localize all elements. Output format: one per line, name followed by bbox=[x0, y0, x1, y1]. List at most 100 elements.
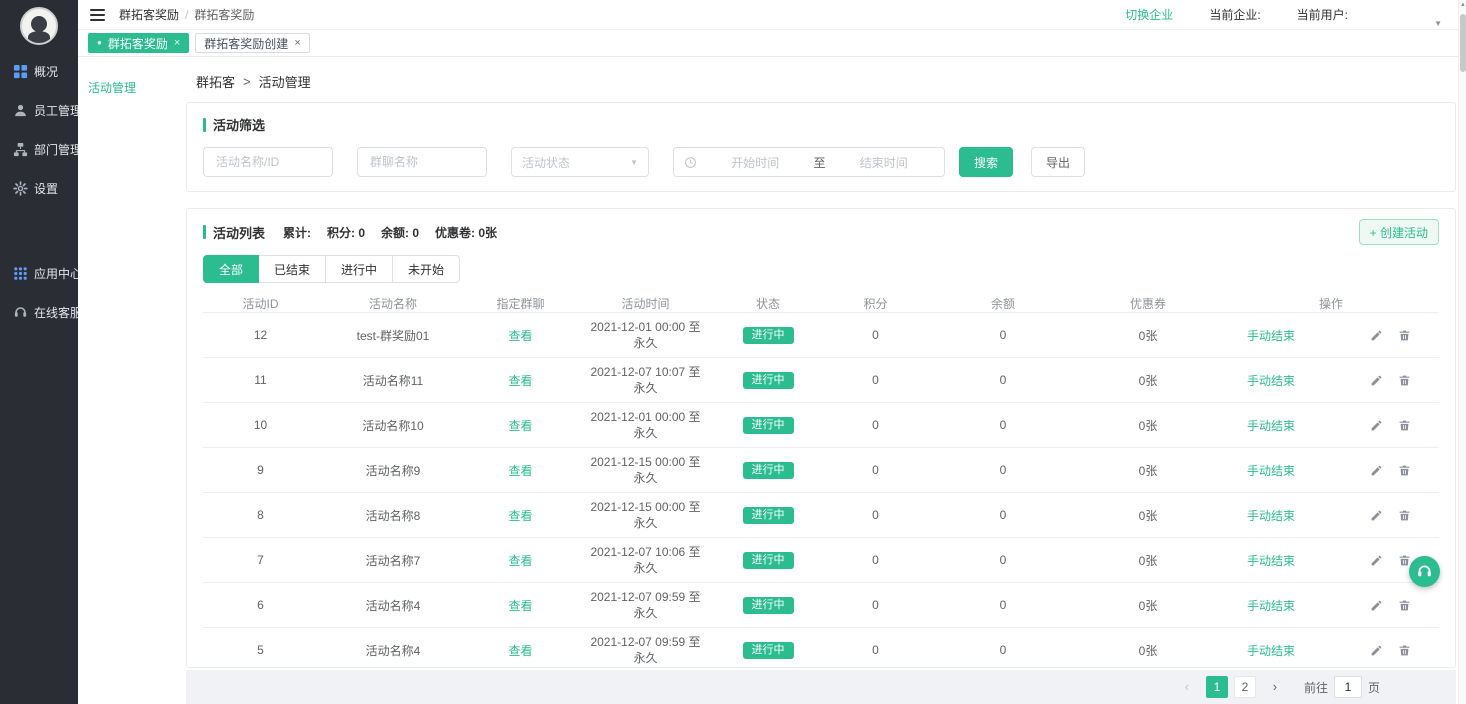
sidebar-item-label: 应用中心 bbox=[34, 265, 82, 282]
edit-icon[interactable] bbox=[1370, 419, 1383, 432]
collapse-menu-icon[interactable] bbox=[90, 9, 105, 21]
cell-activity-name: 活动名称8 bbox=[318, 507, 468, 524]
goto-page-input[interactable] bbox=[1334, 676, 1362, 698]
edit-icon[interactable] bbox=[1370, 599, 1383, 612]
view-group-link[interactable]: 查看 bbox=[508, 374, 532, 388]
edit-icon[interactable] bbox=[1370, 509, 1383, 522]
next-page-button[interactable]: › bbox=[1264, 676, 1286, 698]
page-button-2[interactable]: 2 bbox=[1234, 676, 1256, 698]
delete-icon[interactable] bbox=[1398, 329, 1411, 342]
edit-icon[interactable] bbox=[1370, 644, 1383, 657]
filter-card: 活动筛选 活动状态 ▼ 开始时间 至 bbox=[186, 102, 1456, 192]
manual-end-link[interactable]: 手动结束 bbox=[1247, 597, 1295, 614]
view-group-link[interactable]: 查看 bbox=[508, 599, 532, 613]
edit-icon[interactable] bbox=[1370, 329, 1383, 342]
end-time-placeholder: 结束时间 bbox=[834, 154, 935, 171]
cell-activity-time: 2021-12-15 00:00 至 永久 bbox=[573, 454, 718, 486]
manual-end-link[interactable]: 手动结束 bbox=[1247, 642, 1295, 659]
manual-end-link[interactable]: 手动结束 bbox=[1247, 417, 1295, 434]
scrollbar-thumb[interactable] bbox=[1460, 14, 1466, 72]
sidebar-item-overview[interactable]: 概况 bbox=[0, 52, 78, 91]
activity-status-select[interactable]: 活动状态 ▼ bbox=[511, 147, 649, 177]
vertical-scrollbar[interactable]: ▲ bbox=[1458, 0, 1466, 704]
delete-icon[interactable] bbox=[1398, 554, 1411, 567]
edit-icon[interactable] bbox=[1370, 374, 1383, 387]
overview-icon bbox=[13, 64, 28, 79]
manual-end-link[interactable]: 手动结束 bbox=[1247, 327, 1295, 344]
summary-balance: 余额: 0 bbox=[381, 224, 419, 241]
view-group-link[interactable]: 查看 bbox=[508, 554, 532, 568]
cell-activity-time: 2021-12-07 10:06 至 永久 bbox=[573, 544, 718, 576]
view-group-link[interactable]: 查看 bbox=[508, 644, 532, 658]
cell-activity-time: 2021-12-01 00:00 至 永久 bbox=[573, 319, 718, 351]
cell-time-line1: 2021-12-15 00:00 至 bbox=[573, 499, 718, 515]
sidebar-item-label: 部门管理 bbox=[34, 141, 82, 158]
tab-overflow-caret-icon[interactable]: ▼ bbox=[1434, 19, 1442, 28]
current-company-label: 当前企业: bbox=[1209, 6, 1260, 23]
app-root: 概况 员工管理 部门管理 设置 应用中心 在线客服 群拓客奖励 / 群拓客奖励 … bbox=[0, 0, 1466, 704]
manual-end-link[interactable]: 手动结束 bbox=[1247, 507, 1295, 524]
sidebar-item-label: 在线客服 bbox=[34, 304, 82, 321]
sidebar-item-service[interactable]: 在线客服 bbox=[0, 293, 78, 332]
view-group-link[interactable]: 查看 bbox=[508, 464, 532, 478]
sidebar-item-department[interactable]: 部门管理 bbox=[0, 130, 78, 169]
close-tab-icon[interactable]: × bbox=[294, 38, 300, 49]
page-breadcrumb-root[interactable]: 群拓客 bbox=[196, 72, 235, 91]
settings-icon bbox=[13, 181, 28, 196]
sidebar-item-settings[interactable]: 设置 bbox=[0, 169, 78, 208]
page-button-1[interactable]: 1 bbox=[1206, 676, 1228, 698]
manual-end-link[interactable]: 手动结束 bbox=[1247, 372, 1295, 389]
search-button[interactable]: 搜索 bbox=[959, 147, 1013, 177]
window-tab[interactable]: ● 群拓客奖励创建 × bbox=[195, 33, 309, 53]
delete-icon[interactable] bbox=[1398, 464, 1411, 477]
breadcrumb-separator: / bbox=[185, 8, 188, 22]
activity-name-input[interactable] bbox=[203, 147, 333, 177]
status-filter-tab[interactable]: 未开始 bbox=[392, 255, 460, 283]
status-filter-tab[interactable]: 全部 bbox=[203, 255, 259, 283]
current-user-label: 当前用户: bbox=[1297, 6, 1348, 23]
list-section-title: 活动列表 bbox=[203, 223, 265, 242]
prev-page-button[interactable]: ‹ bbox=[1176, 676, 1198, 698]
cell-time-line1: 2021-12-01 00:00 至 bbox=[573, 409, 718, 425]
breadcrumb-current: 群拓客奖励 bbox=[194, 6, 254, 23]
date-range-picker[interactable]: 开始时间 至 结束时间 bbox=[673, 147, 945, 177]
switch-company-link[interactable]: 切换企业 bbox=[1125, 6, 1173, 23]
company-logo[interactable] bbox=[20, 7, 58, 45]
apps-icon bbox=[13, 266, 28, 281]
cell-time-line1: 2021-12-01 00:00 至 bbox=[573, 319, 718, 335]
delete-icon[interactable] bbox=[1398, 599, 1411, 612]
cell-coupons: 0张 bbox=[1073, 462, 1223, 479]
cell-balance: 0 bbox=[933, 463, 1073, 477]
scrollbar-up-icon[interactable]: ▲ bbox=[1459, 2, 1466, 8]
pagination-pages: 12 bbox=[1206, 676, 1256, 698]
cell-points: 0 bbox=[818, 598, 933, 612]
customer-service-float-button[interactable] bbox=[1409, 556, 1440, 587]
sidebar-item-apps[interactable]: 应用中心 bbox=[0, 254, 78, 293]
delete-icon[interactable] bbox=[1398, 419, 1411, 432]
sidebar-item-employee[interactable]: 员工管理 bbox=[0, 91, 78, 130]
breadcrumb-root[interactable]: 群拓客奖励 bbox=[119, 6, 179, 23]
delete-icon[interactable] bbox=[1398, 374, 1411, 387]
view-group-link[interactable]: 查看 bbox=[508, 329, 532, 343]
submenu-item-activity-management[interactable]: 活动管理 bbox=[78, 71, 186, 104]
delete-icon[interactable] bbox=[1398, 644, 1411, 657]
cell-coupons: 0张 bbox=[1073, 597, 1223, 614]
status-filter-tab[interactable]: 进行中 bbox=[325, 255, 393, 283]
window-tab[interactable]: ● 群拓客奖励 × bbox=[88, 33, 189, 53]
view-group-link[interactable]: 查看 bbox=[508, 419, 532, 433]
cell-points: 0 bbox=[818, 463, 933, 477]
goto-unit-label: 页 bbox=[1368, 679, 1380, 696]
view-group-link[interactable]: 查看 bbox=[508, 509, 532, 523]
close-tab-icon[interactable]: × bbox=[174, 38, 180, 49]
edit-icon[interactable] bbox=[1370, 464, 1383, 477]
edit-icon[interactable] bbox=[1370, 554, 1383, 567]
status-filter-tab[interactable]: 已结束 bbox=[258, 255, 326, 283]
delete-icon[interactable] bbox=[1398, 509, 1411, 522]
cell-coupons: 0张 bbox=[1073, 327, 1223, 344]
manual-end-link[interactable]: 手动结束 bbox=[1247, 552, 1295, 569]
status-badge: 进行中 bbox=[743, 327, 794, 344]
manual-end-link[interactable]: 手动结束 bbox=[1247, 462, 1295, 479]
export-button[interactable]: 导出 bbox=[1031, 147, 1085, 177]
group-name-input[interactable] bbox=[357, 147, 487, 177]
create-activity-button[interactable]: + 创建活动 bbox=[1359, 219, 1439, 245]
